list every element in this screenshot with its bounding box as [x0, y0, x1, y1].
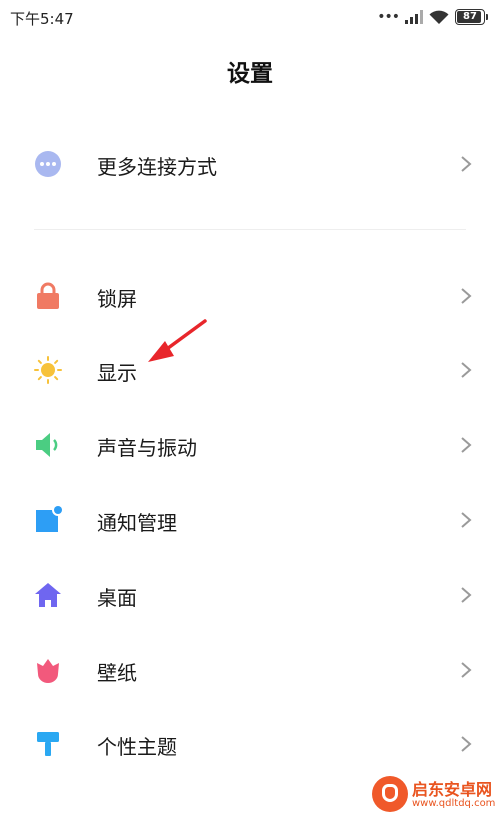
settings-row-display[interactable]: 显示 — [0, 340, 500, 400]
paint-roller-icon — [37, 732, 59, 756]
home-icon — [35, 583, 61, 607]
lock-icon — [37, 282, 59, 309]
settings-row-lock-screen[interactable]: 锁屏 — [0, 266, 500, 326]
chevron-right-icon — [461, 512, 472, 528]
site-watermark: 启东安卓网 www.qdltdq.com — [368, 774, 500, 816]
settings-row-label: 个性主题 — [97, 735, 177, 759]
more-connection-icon — [35, 151, 61, 177]
settings-row-wallpaper[interactable]: 壁纸 — [0, 640, 500, 700]
watermark-url: www.qdltdq.com — [412, 798, 496, 809]
settings-row-label: 显示 — [97, 361, 137, 385]
settings-row-themes[interactable]: 个性主题 — [0, 714, 500, 774]
settings-row-label: 锁屏 — [97, 287, 137, 311]
watermark-name: 启东安卓网 — [412, 780, 493, 799]
status-bar: 下午5:47 ••• 87 — [0, 0, 500, 34]
settings-row-label: 壁纸 — [97, 661, 137, 685]
settings-row-label: 通知管理 — [97, 511, 177, 535]
settings-row-more-connection[interactable]: 更多连接方式 — [0, 134, 500, 194]
section-divider — [34, 229, 466, 230]
chevron-right-icon — [461, 736, 472, 752]
notification-icon — [36, 506, 62, 532]
more-dots-icon: ••• — [377, 9, 400, 25]
chevron-right-icon — [461, 156, 472, 172]
chevron-right-icon — [461, 362, 472, 378]
status-time: 下午5:47 — [10, 10, 74, 28]
chevron-right-icon — [461, 587, 472, 603]
battery-level: 87 — [463, 11, 477, 22]
wifi-icon — [429, 10, 449, 24]
watermark-logo-icon — [372, 776, 408, 812]
chevron-right-icon — [461, 288, 472, 304]
settings-row-home-screen[interactable]: 桌面 — [0, 565, 500, 625]
settings-row-label: 更多连接方式 — [97, 155, 217, 179]
chevron-right-icon — [461, 437, 472, 453]
tulip-icon — [37, 659, 59, 683]
settings-row-label: 声音与振动 — [97, 436, 197, 460]
signal-icon — [405, 10, 423, 24]
settings-row-notifications[interactable]: 通知管理 — [0, 490, 500, 550]
settings-row-label: 桌面 — [97, 586, 137, 610]
speaker-icon — [36, 433, 58, 457]
battery-indicator: 87 — [455, 9, 485, 25]
battery-tip — [486, 14, 488, 20]
page-title: 设置 — [227, 61, 273, 87]
chevron-right-icon — [461, 662, 472, 678]
status-icons: ••• 87 — [377, 8, 488, 26]
sun-icon — [34, 356, 62, 384]
settings-row-sound-vibration[interactable]: 声音与振动 — [0, 415, 500, 475]
